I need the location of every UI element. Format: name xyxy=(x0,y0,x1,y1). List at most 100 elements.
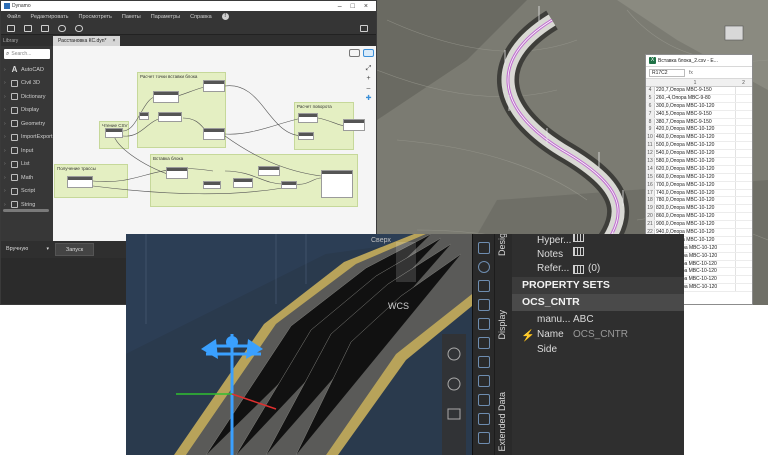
table-cell[interactable]: 420,0,Опора МВС-10-120 xyxy=(655,126,735,133)
column-header[interactable]: 1 xyxy=(655,79,735,86)
new-file-icon[interactable] xyxy=(7,24,15,32)
menu-help[interactable]: Справка xyxy=(190,14,212,20)
tag-icon[interactable] xyxy=(478,394,490,406)
grid-icon[interactable] xyxy=(478,242,490,254)
globe-icon[interactable] xyxy=(478,261,490,273)
row-number[interactable]: 18 xyxy=(646,197,655,205)
library-item-civil3d[interactable]: › Civil 3D xyxy=(1,77,53,91)
maximize-icon[interactable]: □ xyxy=(351,3,355,10)
node[interactable] xyxy=(203,128,225,140)
table-icon[interactable] xyxy=(573,247,584,256)
table-cell[interactable]: 780,0,Опора МВС-10-120 xyxy=(655,197,735,204)
filter-icon[interactable] xyxy=(478,337,490,349)
table-cell[interactable]: 900,0,Опора МВС-10-120 xyxy=(655,221,735,228)
library-item-display[interactable]: › Display xyxy=(1,104,53,118)
table-cell[interactable]: 500,0,Опора МВС-10-120 xyxy=(655,142,735,149)
open-file-icon[interactable] xyxy=(24,24,32,32)
table-icon[interactable] xyxy=(573,234,584,242)
table-cell[interactable]: 700,0,Опора МВС-10-120 xyxy=(655,182,735,189)
save-icon[interactable] xyxy=(41,24,49,32)
table-row[interactable]: 8 380,7,Опора МВС-9-150 xyxy=(646,118,752,127)
library-item-input[interactable]: › Input xyxy=(1,144,53,158)
table-cell[interactable]: 620,0,Опора МВС-10-120 xyxy=(655,166,735,173)
table-row[interactable]: 4 220,7,Опора МВС-9-150 xyxy=(646,87,752,95)
row-number[interactable]: 15 xyxy=(646,173,655,181)
table-cell[interactable]: 380,7,Опора МВС-9-150 xyxy=(655,119,735,126)
civil3d-viewport[interactable]: WCS Сверх Design Display Extended Data H… xyxy=(126,234,684,455)
run-button[interactable]: Запуск xyxy=(55,243,94,256)
row-number[interactable]: 19 xyxy=(646,205,655,213)
table-cell[interactable] xyxy=(735,189,752,197)
layers-icon[interactable] xyxy=(478,280,490,292)
library-item-list[interactable]: › List xyxy=(1,158,53,172)
node[interactable] xyxy=(139,112,149,120)
table-cell[interactable] xyxy=(735,142,752,150)
select-icon[interactable] xyxy=(478,299,490,311)
table-row[interactable]: 21 900,0,Опора МВС-10-120 xyxy=(646,221,752,230)
redo-icon[interactable] xyxy=(75,24,83,32)
table-cell[interactable]: 540,0,Опора МВС-10-120 xyxy=(655,150,735,157)
camera-icon[interactable] xyxy=(360,24,368,32)
excel-titlebar[interactable]: X Вставка блока_2.csv - Е... xyxy=(646,55,752,67)
column-header[interactable]: 2 xyxy=(735,79,752,86)
node[interactable] xyxy=(298,113,318,123)
node[interactable] xyxy=(298,132,314,140)
table-cell[interactable] xyxy=(735,158,752,165)
library-item-importexport[interactable]: › ImportExport xyxy=(1,131,53,145)
table-row[interactable]: 14 620,0,Опора МВС-10-120 xyxy=(646,165,752,174)
table-cell[interactable] xyxy=(735,252,752,260)
table-cell[interactable] xyxy=(735,173,752,181)
property-row[interactable]: Refer... (0) xyxy=(512,261,684,277)
table-cell[interactable] xyxy=(735,244,752,252)
table-cell[interactable]: 300,0,Опора МВС-10-120 xyxy=(655,103,735,110)
undo-icon[interactable] xyxy=(58,24,66,32)
table-row[interactable]: 6 300,0,Опора МВС-10-120 xyxy=(646,102,752,111)
node[interactable] xyxy=(203,80,225,92)
node[interactable] xyxy=(105,128,123,138)
pick-icon[interactable] xyxy=(478,318,490,330)
library-scrollbar[interactable] xyxy=(3,209,49,212)
table-cell[interactable]: 460,0,Опора МВС-10-120 xyxy=(655,134,735,141)
table-row[interactable]: 18 780,0,Опора МВС-10-120 xyxy=(646,197,752,206)
table-row[interactable]: 11 500,0,Опора МВС-10-120 xyxy=(646,142,752,151)
row-number[interactable]: 9 xyxy=(646,126,655,134)
row-number[interactable]: 12 xyxy=(646,150,655,158)
node[interactable] xyxy=(321,170,353,198)
tab-close-icon[interactable]: × xyxy=(113,36,116,46)
row-number[interactable]: 8 xyxy=(646,118,655,126)
row-number[interactable]: 6 xyxy=(646,102,655,110)
run-mode-dropdown[interactable]: Вручную ▾ xyxy=(4,244,51,255)
table-row[interactable]: 13 580,0,Опора МВС-10-120 xyxy=(646,158,752,166)
table-row[interactable]: 17 740,0,Опора МВС-10-120 xyxy=(646,189,752,198)
library-item-geometry[interactable]: › Geometry xyxy=(1,117,53,131)
row-number[interactable]: 11 xyxy=(646,142,655,150)
flag-icon[interactable] xyxy=(478,375,490,387)
library-item-script[interactable]: › Script xyxy=(1,185,53,199)
row-number[interactable]: 20 xyxy=(646,213,655,221)
library-item-autocad[interactable]: › A AutoCAD xyxy=(1,63,53,77)
menu-view[interactable]: Просмотреть xyxy=(79,14,112,20)
table-cell[interactable] xyxy=(735,197,752,205)
table-cell[interactable]: 740,0,Опора МВС-10-120 xyxy=(655,190,735,197)
table-cell[interactable] xyxy=(735,150,752,158)
excel-name-box[interactable]: R17C2 xyxy=(649,68,685,77)
dynamo-titlebar[interactable]: Dynamo – □ × xyxy=(1,1,376,11)
table-row[interactable]: 5 260,-4,Опора МВС-9-80 xyxy=(646,94,752,103)
table-cell[interactable] xyxy=(735,110,752,118)
table-row[interactable]: 20 860,0,Опора МВС-10-120 xyxy=(646,213,752,222)
table-cell[interactable] xyxy=(735,102,752,110)
node[interactable] xyxy=(258,166,280,176)
row-number[interactable]: 14 xyxy=(646,165,655,173)
table-cell[interactable] xyxy=(735,118,752,126)
row-number[interactable]: 10 xyxy=(646,134,655,142)
table-row[interactable]: 16 700,0,Опора МВС-10-120 xyxy=(646,181,752,190)
library-item-math[interactable]: › Math xyxy=(1,171,53,185)
node[interactable] xyxy=(158,112,182,122)
row-number[interactable]: 16 xyxy=(646,181,655,189)
table-cell[interactable] xyxy=(735,181,752,189)
node[interactable] xyxy=(166,167,188,179)
tab-workspace[interactable]: Расстановка КС.dyn* × xyxy=(53,36,121,46)
table-row[interactable]: 7 340,5,Опора МВС-9-150 xyxy=(646,110,752,119)
row-number[interactable]: 4 xyxy=(646,87,655,94)
menu-packages[interactable]: Пакеты xyxy=(122,14,141,20)
